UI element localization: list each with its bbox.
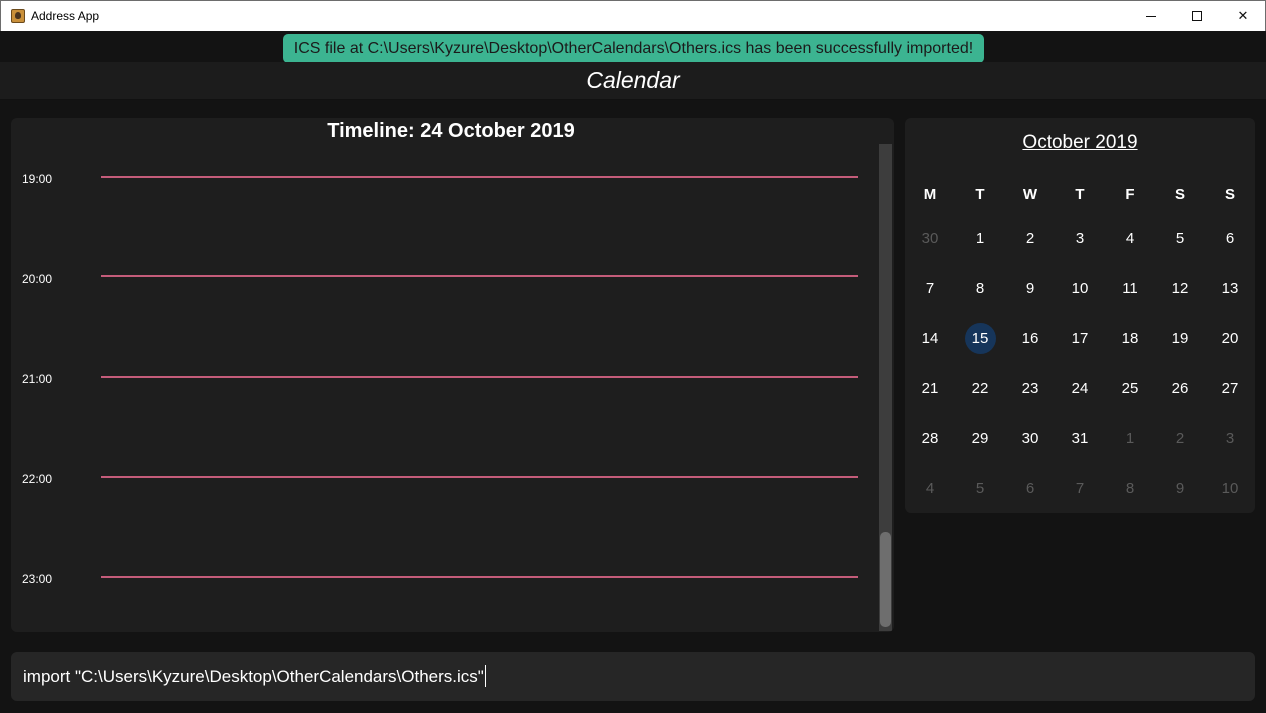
maximize-button[interactable] xyxy=(1174,1,1220,31)
month-calendar-panel: October 2019 M T W T F S S 30 1 2 3 4 5 6 7 8 9 10 11 12 13 1… xyxy=(905,118,1255,513)
calendar-day-outside-month[interactable]: 3 xyxy=(1210,425,1250,451)
calendar-day[interactable]: 5 xyxy=(1160,225,1200,251)
calendar-day[interactable]: 14 xyxy=(910,325,950,351)
close-button[interactable]: ✕ xyxy=(1220,1,1266,31)
calendar-day-outside-month[interactable]: 1 xyxy=(1110,425,1150,451)
month-title[interactable]: October 2019 xyxy=(905,132,1255,154)
calendar-day-outside-month[interactable]: 4 xyxy=(910,475,950,501)
weekday-header: F xyxy=(1125,185,1135,203)
window-title-bar: Address App ✕ xyxy=(0,0,1266,31)
hour-line xyxy=(101,275,858,277)
calendar-day[interactable]: 8 xyxy=(960,275,1000,301)
hour-label: 19:00 xyxy=(22,172,53,186)
minimize-button[interactable] xyxy=(1128,1,1174,31)
calendar-day-outside-month[interactable]: 2 xyxy=(1160,425,1200,451)
calendar-day[interactable]: 2 xyxy=(1010,225,1050,251)
hour-label: 20:00 xyxy=(22,272,53,286)
close-icon: ✕ xyxy=(1237,8,1249,23)
calendar-day[interactable]: 17 xyxy=(1060,325,1100,351)
calendar-day-outside-month[interactable]: 10 xyxy=(1210,475,1250,501)
calendar-day[interactable]: 6 xyxy=(1210,225,1250,251)
weekday-header: S xyxy=(1174,185,1185,203)
calendar-day[interactable]: 7 xyxy=(910,275,950,301)
calendar-day[interactable]: 1 xyxy=(960,225,1000,251)
calendar-day[interactable]: 25 xyxy=(1110,375,1150,401)
calendar-day[interactable]: 9 xyxy=(1010,275,1050,301)
import-success-toast: ICS file at C:\Users\Kyzure\Desktop\Othe… xyxy=(283,34,984,63)
calendar-day[interactable]: 21 xyxy=(910,375,950,401)
maximize-icon xyxy=(1192,11,1202,21)
hour-line xyxy=(101,176,858,178)
calendar-day-outside-month[interactable]: 6 xyxy=(1010,475,1050,501)
hour-label: 22:00 xyxy=(22,472,53,486)
weekday-header: T xyxy=(1075,185,1085,203)
calendar-day[interactable]: 12 xyxy=(1160,275,1200,301)
hour-label: 23:00 xyxy=(22,572,53,586)
calendar-day[interactable]: 19 xyxy=(1160,325,1200,351)
weekday-header: W xyxy=(1022,185,1038,203)
calendar-day[interactable]: 26 xyxy=(1160,375,1200,401)
calendar-day-outside-month[interactable]: 5 xyxy=(960,475,1000,501)
calendar-day-outside-month[interactable]: 30 xyxy=(910,225,950,251)
app-icon xyxy=(11,9,25,23)
weekday-header: T xyxy=(975,185,985,203)
calendar-day[interactable]: 24 xyxy=(1060,375,1100,401)
calendar-day[interactable]: 3 xyxy=(1060,225,1100,251)
minimize-icon xyxy=(1146,15,1156,17)
timeline-title: Timeline: 24 October 2019 xyxy=(327,120,575,142)
hour-line xyxy=(101,376,858,378)
command-input-box[interactable]: import "C:\Users\Kyzure\Desktop\OtherCal… xyxy=(11,652,1255,701)
command-input-value: import "C:\Users\Kyzure\Desktop\OtherCal… xyxy=(23,667,484,686)
weekday-header: S xyxy=(1224,185,1235,203)
hour-label: 21:00 xyxy=(22,372,53,386)
toast-message: ICS file at C:\Users\Kyzure\Desktop\Othe… xyxy=(293,39,974,57)
calendar-day-outside-month[interactable]: 9 xyxy=(1160,475,1200,501)
timeline-scrollbar[interactable] xyxy=(879,144,892,631)
calendar-day[interactable]: 27 xyxy=(1210,375,1250,401)
calendar-day[interactable]: 20 xyxy=(1210,325,1250,351)
calendar-day[interactable]: 29 xyxy=(960,425,1000,451)
text-caret xyxy=(484,665,486,688)
hour-line xyxy=(101,576,858,578)
window-title: Address App xyxy=(31,9,100,23)
calendar-day[interactable]: 30 xyxy=(1010,425,1050,451)
calendar-day[interactable]: 31 xyxy=(1060,425,1100,451)
page-header: Calendar xyxy=(0,62,1266,100)
calendar-day[interactable]: 18 xyxy=(1110,325,1150,351)
calendar-day[interactable]: 16 xyxy=(1010,325,1050,351)
command-input[interactable]: import "C:\Users\Kyzure\Desktop\OtherCal… xyxy=(23,665,486,688)
calendar-day[interactable]: 23 xyxy=(1010,375,1050,401)
timeline-panel: Timeline: 24 October 2019 19:00 20:00 21… xyxy=(11,118,894,632)
weekday-header: M xyxy=(923,185,937,203)
calendar-day[interactable]: 13 xyxy=(1210,275,1250,301)
calendar-day[interactable]: 11 xyxy=(1110,275,1150,301)
calendar-day[interactable]: 22 xyxy=(960,375,1000,401)
calendar-day[interactable]: 15 xyxy=(960,325,1000,351)
page-title: Calendar xyxy=(586,67,680,93)
calendar-day[interactable]: 4 xyxy=(1110,225,1150,251)
calendar-day-outside-month[interactable]: 8 xyxy=(1110,475,1150,501)
calendar-day[interactable]: 28 xyxy=(910,425,950,451)
calendar-day[interactable]: 10 xyxy=(1060,275,1100,301)
timeline-scrollbar-thumb[interactable] xyxy=(880,532,891,627)
hour-line xyxy=(101,476,858,478)
calendar-day-outside-month[interactable]: 7 xyxy=(1060,475,1100,501)
